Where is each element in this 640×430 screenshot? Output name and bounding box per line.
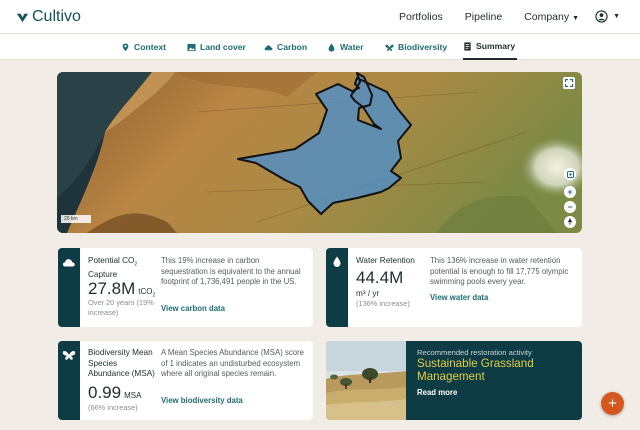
map-scale-bar: 20 km <box>61 215 91 223</box>
water-drop-icon <box>328 42 335 52</box>
cloud-icon <box>264 44 273 50</box>
tab-summary[interactable]: Summary <box>463 34 518 60</box>
read-more-link[interactable]: Read more <box>417 388 457 397</box>
user-avatar-icon <box>595 10 608 23</box>
nav-portfolios[interactable]: Portfolios <box>399 11 443 23</box>
app-name: Cultivo <box>32 8 81 25</box>
plus-icon: + <box>608 395 617 412</box>
nav-company[interactable]: Company ▼ <box>524 11 579 23</box>
carbon-description: This 19% increase in carbon sequestratio… <box>161 256 301 286</box>
top-navigation-bar: Cultivo Portfolios Pipeline Company ▼ ▼ <box>0 0 640 34</box>
biodiversity-value: 0.99 MSA <box>88 383 141 403</box>
tab-carbon[interactable]: Carbon <box>264 34 307 60</box>
add-fab-button[interactable]: + <box>601 392 624 415</box>
chevron-down-icon: ▼ <box>613 13 620 20</box>
card-icon-strip <box>326 248 348 327</box>
tab-label: Water <box>340 42 364 52</box>
main-nav: Portfolios Pipeline Company ▼ ▼ <box>377 10 620 23</box>
card-icon-strip <box>58 248 80 327</box>
tab-context[interactable]: Context <box>121 34 166 60</box>
water-drop-icon <box>333 256 341 267</box>
zoom-out-button[interactable]: − <box>564 201 576 213</box>
butterfly-icon <box>62 351 76 360</box>
grassland-photo <box>326 341 406 420</box>
tab-land-cover[interactable]: Land cover <box>187 34 246 60</box>
compass-button[interactable] <box>564 216 576 228</box>
expand-icon <box>565 79 573 87</box>
carbon-value: 27.8M tCO2 <box>88 279 155 299</box>
biodiversity-value-number: 0.99 <box>88 383 122 402</box>
carbon-title-text-2: Capture <box>88 270 118 280</box>
carbon-title: Potential CO2 Capture <box>88 256 156 281</box>
map-pin-icon <box>122 42 129 51</box>
satellite-map[interactable]: + − 20 km <box>57 72 582 233</box>
biodiversity-title: Biodiversity Mean Species Abundance (MSA… <box>88 348 155 378</box>
carbon-value-number: 27.8M <box>88 279 136 298</box>
biodiversity-value-unit: MSA <box>124 391 142 400</box>
view-carbon-data-link[interactable]: View carbon data <box>161 304 225 313</box>
water-unit: m³ / yr <box>356 289 380 298</box>
biodiversity-card: Biodiversity Mean Species Abundance (MSA… <box>58 341 313 420</box>
tab-label: Context <box>134 42 166 52</box>
biodiversity-description: A Mean Species Abundance (MSA) score of … <box>161 348 305 378</box>
fullscreen-button[interactable] <box>563 77 575 89</box>
water-description: This 136% increase in water retention po… <box>430 256 569 286</box>
nav-pipeline[interactable]: Pipeline <box>465 11 502 23</box>
recommendation-card[interactable]: Recommended restoration activity Sustain… <box>326 341 582 420</box>
carbon-title-text: Potential CO <box>88 256 135 265</box>
view-biodiversity-data-link[interactable]: View biodiversity data <box>161 396 243 405</box>
chevron-down-icon: ▼ <box>572 14 580 22</box>
nav-company-label: Company <box>524 10 570 23</box>
biodiversity-note: (66% increase) <box>88 403 138 412</box>
carbon-value-unit: tCO2 <box>138 287 155 299</box>
carbon-note: Over 20 years (19% increase) <box>88 298 154 317</box>
recommendation-title: Sustainable Grassland Management <box>417 357 534 383</box>
view-water-data-link[interactable]: View water data <box>430 293 488 302</box>
cloud-icon <box>62 259 75 267</box>
layers-icon <box>566 170 574 178</box>
tab-biodiversity[interactable]: Biodiversity <box>385 34 447 60</box>
app-logo[interactable]: Cultivo <box>16 8 81 26</box>
tab-label: Carbon <box>277 42 308 52</box>
tab-label: Summary <box>476 41 516 51</box>
compass-icon <box>568 218 572 226</box>
carbon-unit-text: tCO <box>138 287 153 296</box>
recommendation-label: Recommended restoration activity <box>417 348 532 357</box>
water-card: Water Retention 44.4M m³ / yr (136% incr… <box>326 248 582 327</box>
tab-label: Land cover <box>200 42 246 52</box>
tab-water[interactable]: Water <box>327 34 364 60</box>
tab-label: Biodiversity <box>398 42 448 52</box>
satellite-imagery <box>57 72 582 233</box>
zoom-in-button[interactable]: + <box>564 186 576 198</box>
card-icon-strip <box>58 341 80 420</box>
user-menu[interactable]: ▼ <box>595 10 620 23</box>
water-value: 44.4M <box>356 268 404 287</box>
image-icon <box>187 43 196 51</box>
water-title: Water Retention <box>356 256 415 265</box>
carbon-card: Potential CO2 Capture 27.8M tCO2 Over 20 … <box>58 248 313 327</box>
document-icon <box>464 41 471 51</box>
map-layers-button[interactable] <box>564 168 576 180</box>
butterfly-icon <box>385 44 394 51</box>
carbon-title-subscript: 2 <box>134 261 138 268</box>
section-tabs: Context Land cover Carbon Water Biodiver… <box>0 34 640 60</box>
water-note: (136% increase) <box>356 299 410 308</box>
leaf-logo-icon <box>16 13 29 22</box>
